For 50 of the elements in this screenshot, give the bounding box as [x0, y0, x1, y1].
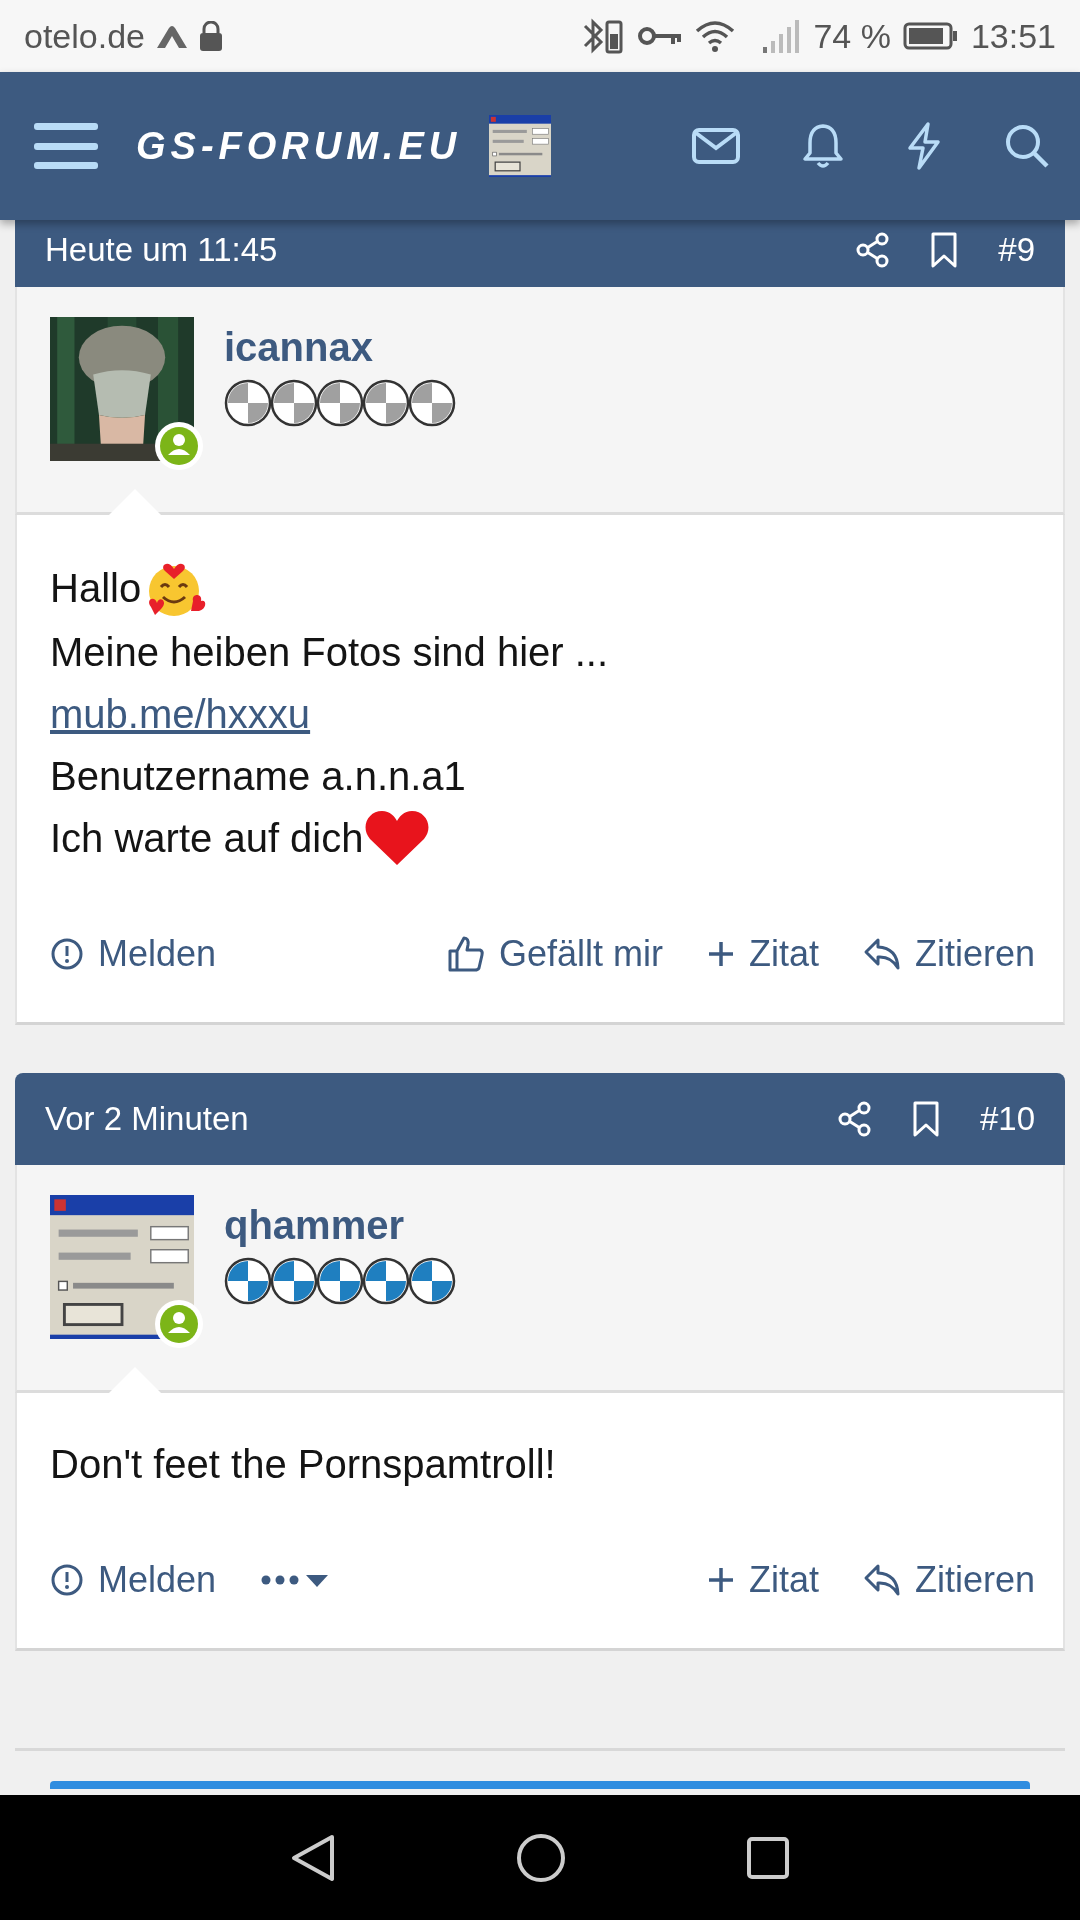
search-icon[interactable]	[1004, 123, 1050, 169]
alert-icon	[50, 937, 84, 971]
reply-button[interactable]: Zitieren	[862, 1559, 1035, 1601]
plus-icon	[706, 940, 735, 968]
reply-button[interactable]: Zitieren	[862, 933, 1035, 975]
carrier-name: otelo.de	[24, 16, 145, 56]
post-text: Benutzername a.n.n.a1	[50, 753, 466, 800]
mountain-icon	[157, 24, 187, 48]
bookmark-icon[interactable]	[911, 1101, 940, 1137]
post-time[interactable]: Vor 2 Minuten	[45, 1100, 798, 1138]
wifi-icon	[695, 19, 736, 53]
share-icon[interactable]	[837, 1101, 872, 1137]
post-text: Meine heiben Fotos sind hier ...	[50, 629, 609, 676]
thumbs-up-icon	[446, 935, 485, 973]
recents-icon[interactable]	[746, 1835, 790, 1880]
lightning-icon[interactable]	[906, 122, 942, 170]
plus-icon	[706, 1566, 735, 1594]
share-icon[interactable]	[856, 231, 891, 268]
alert-icon	[50, 1563, 84, 1597]
quote-button[interactable]: Zitat	[706, 933, 819, 975]
lock-icon	[199, 21, 223, 51]
signal-icon	[761, 19, 802, 53]
reply-icon	[862, 1563, 901, 1597]
clock-time: 13:51	[970, 16, 1056, 56]
quote-button[interactable]: Zitat	[706, 1559, 819, 1601]
menu-icon[interactable]	[34, 121, 98, 171]
like-button[interactable]: Gefällt mir	[446, 933, 663, 975]
mail-icon[interactable]	[692, 128, 740, 164]
post-time[interactable]: Heute um 11:45	[45, 230, 817, 269]
post-text: Hallo	[50, 565, 142, 612]
post-text: Ich warte auf dich	[50, 815, 364, 862]
bookmark-icon[interactable]	[930, 231, 959, 268]
post-number[interactable]: #9	[998, 230, 1035, 269]
bell-icon[interactable]	[802, 123, 844, 169]
bluetooth-icon	[581, 16, 626, 56]
author-name[interactable]: icannax	[224, 325, 464, 370]
heart-icon	[363, 809, 430, 867]
post-text: Don't feet the Pornspamtroll!	[50, 1441, 556, 1488]
home-icon[interactable]	[516, 1832, 566, 1883]
post-number[interactable]: #10	[979, 1100, 1035, 1138]
battery-percent: 74 %	[813, 16, 891, 56]
post-link[interactable]: mub.me/hxxxu	[50, 683, 311, 745]
author-name[interactable]: qhammer	[224, 1203, 464, 1248]
site-logo[interactable]: GS-FORUM.EU	[136, 124, 462, 168]
report-button[interactable]: Melden	[50, 933, 217, 975]
reply-icon	[862, 937, 901, 971]
report-button[interactable]: Melden	[50, 1559, 217, 1601]
back-icon[interactable]	[290, 1832, 336, 1883]
battery-icon	[902, 22, 959, 50]
key-icon	[637, 24, 684, 48]
